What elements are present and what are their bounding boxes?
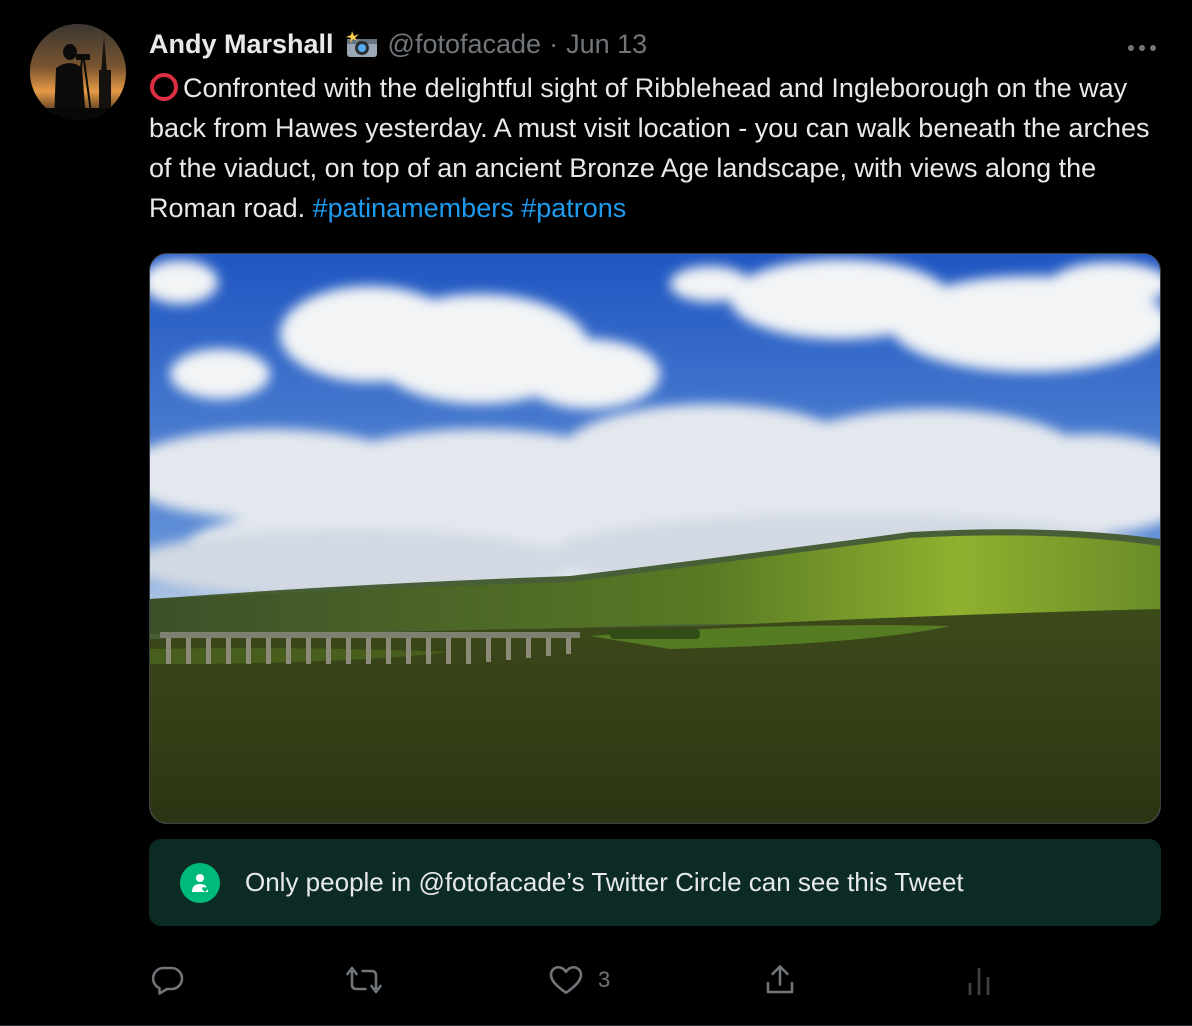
avatar[interactable] xyxy=(30,24,126,120)
display-name[interactable]: Andy Marshall xyxy=(149,29,334,60)
tweet[interactable]: Andy Marshall @fotofacade · Jun 13 Confr… xyxy=(0,0,1192,1026)
analytics-button[interactable] xyxy=(964,958,994,1002)
tweet-photo[interactable] xyxy=(149,253,1161,824)
tweet-date[interactable]: Jun 13 xyxy=(566,29,647,60)
share-button[interactable] xyxy=(762,958,798,1002)
hashtag-patinamembers[interactable]: #patinamembers xyxy=(313,193,514,223)
twitter-circle-icon xyxy=(180,862,220,903)
separator-dot: · xyxy=(549,28,559,59)
like-button[interactable]: 3 xyxy=(548,958,610,1002)
hashtag-patrons[interactable]: #patrons xyxy=(521,193,626,223)
retweet-button[interactable] xyxy=(344,958,384,1002)
tweet-text: Confronted with the delightful sight of … xyxy=(149,68,1159,228)
reply-button[interactable] xyxy=(149,958,185,1002)
analytics-icon xyxy=(964,962,994,998)
red-circle-icon xyxy=(149,72,179,102)
reply-icon xyxy=(149,962,185,998)
tweet-actions: 3 xyxy=(149,958,1161,1002)
retweet-icon xyxy=(344,962,384,998)
tweet-header: Andy Marshall @fotofacade · Jun 13 xyxy=(149,26,647,62)
like-count: 3 xyxy=(598,967,611,992)
heart-icon xyxy=(548,962,584,998)
circle-notice-text: Only people in @fotofacade’s Twitter Cir… xyxy=(245,867,964,897)
twitter-circle-notice: Only people in @fotofacade’s Twitter Cir… xyxy=(149,839,1161,926)
share-icon xyxy=(762,962,798,998)
camera-flash-icon xyxy=(344,29,380,59)
more-options-icon[interactable] xyxy=(1126,40,1158,51)
tweet-body-text: Confronted with the delightful sight of … xyxy=(149,73,1150,223)
author-handle[interactable]: @fotofacade xyxy=(388,29,542,60)
